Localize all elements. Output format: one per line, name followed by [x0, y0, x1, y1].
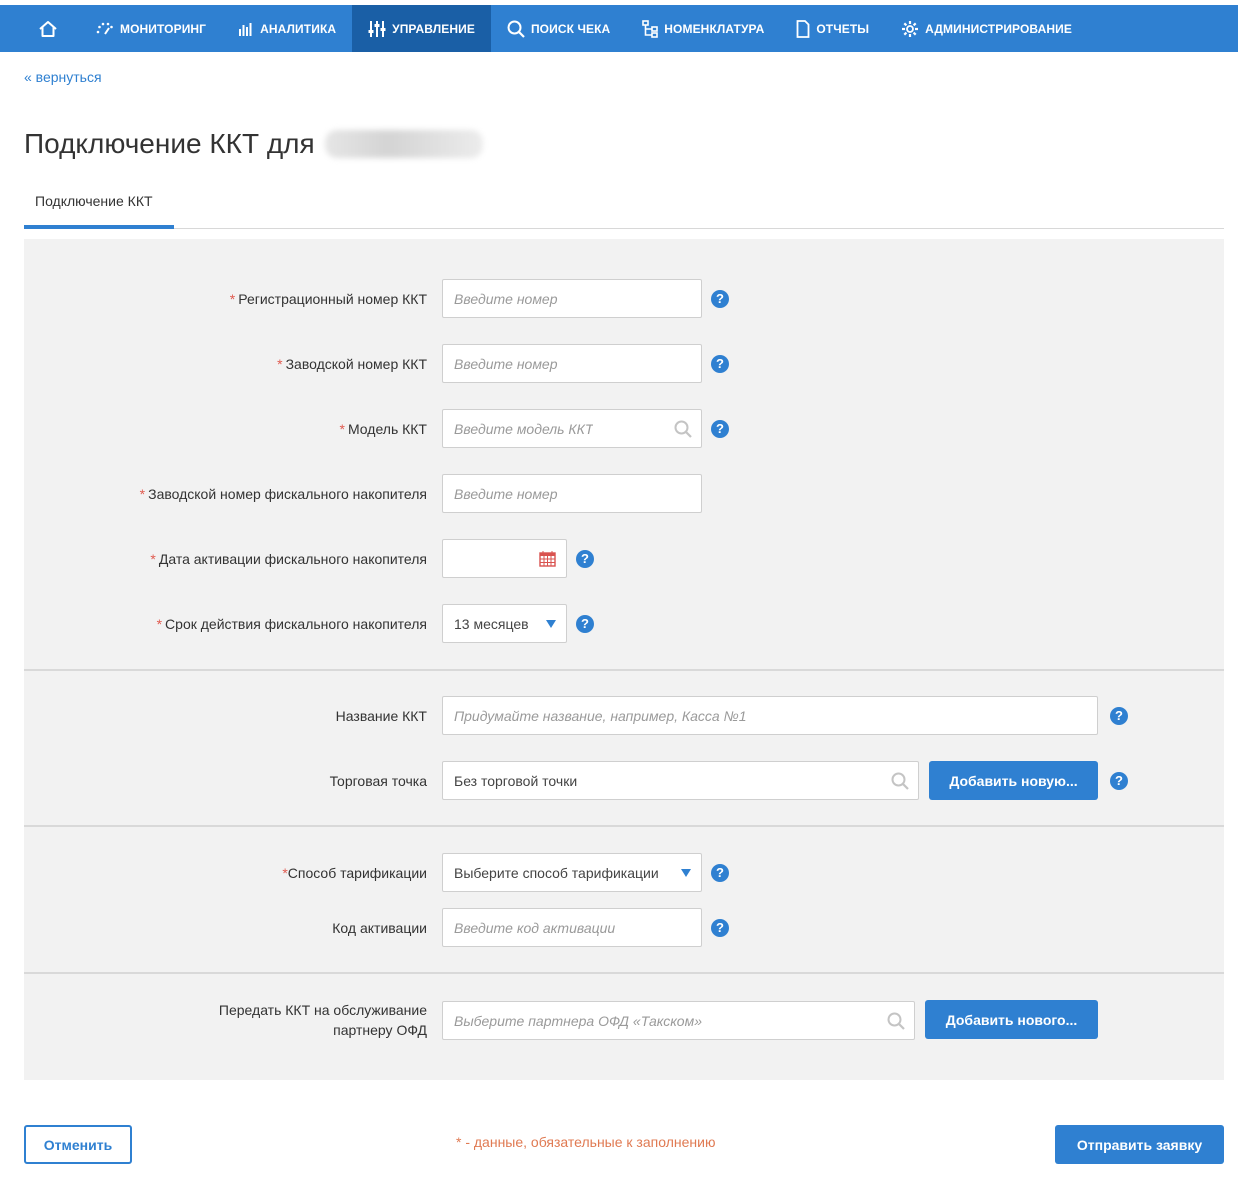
section-divider	[24, 825, 1224, 827]
gauge-icon	[96, 22, 113, 35]
tariff-help-icon[interactable]: ?	[711, 864, 729, 882]
tariff-select[interactable]: Выберите способ тарификации	[442, 853, 702, 892]
gear-icon	[902, 20, 919, 37]
activation-code-input[interactable]: Введите код активации	[442, 908, 702, 947]
search-icon	[887, 1012, 905, 1030]
serial-number-label: * Заводской номер ККТ	[277, 356, 427, 372]
search-icon	[507, 20, 525, 38]
fn-serial-input[interactable]: Введите номер	[442, 474, 702, 513]
nav-management[interactable]: УПРАВЛЕНИЕ	[352, 5, 491, 52]
reg-number-input[interactable]: Введите номер	[442, 279, 702, 318]
kkt-name-input[interactable]: Придумайте название, например, Касса №1	[442, 696, 1098, 735]
activation-code-label: Код активации	[332, 920, 427, 936]
section-divider	[24, 972, 1224, 974]
section-divider	[24, 669, 1224, 671]
fn-activation-date-input[interactable]	[442, 539, 567, 578]
serial-number-help-icon[interactable]: ?	[711, 355, 729, 373]
nav-reports[interactable]: ОТЧЕТЫ	[780, 5, 885, 52]
tab-bar: Подключение ККТ	[24, 180, 1224, 229]
submit-button[interactable]: Отправить заявку	[1055, 1125, 1224, 1164]
kkt-name-help-icon[interactable]: ?	[1110, 707, 1128, 725]
partner-search-input[interactable]: Выберите партнера ОФД «Такском»	[442, 1001, 915, 1040]
search-icon	[674, 420, 692, 438]
search-icon	[891, 772, 909, 790]
activation-code-help-icon[interactable]: ?	[711, 919, 729, 937]
nav-analytics[interactable]: АНАЛИТИКА	[222, 5, 352, 52]
model-label: * Модель ККТ	[339, 421, 427, 437]
cancel-button[interactable]: Отменить	[24, 1125, 132, 1164]
model-help-icon[interactable]: ?	[711, 420, 729, 438]
nav-administration-label: АДМИНИСТРИРОВАНИЕ	[925, 21, 1072, 36]
nav-analytics-label: АНАЛИТИКА	[260, 21, 337, 36]
outlet-help-icon[interactable]: ?	[1110, 772, 1128, 790]
home-icon	[39, 20, 57, 37]
nav-monitoring-label: МОНИТОРИНГ	[120, 21, 207, 36]
caret-down-icon	[546, 620, 556, 628]
nav-home[interactable]	[0, 5, 80, 52]
reg-number-label: * Регистрационный номер ККТ	[229, 291, 427, 307]
tariff-label: *Способ тарификации	[282, 865, 427, 881]
back-link[interactable]: « вернуться	[24, 69, 102, 85]
kkt-connection-form: * Регистрационный номер ККТ Введите номер…	[24, 239, 1224, 1080]
bar-chart-icon	[239, 22, 252, 36]
fn-term-help-icon[interactable]: ?	[576, 615, 594, 633]
fn-serial-label: * Заводской номер фискального накопителя	[139, 486, 427, 502]
hierarchy-icon	[642, 19, 659, 38]
fn-term-label: * Срок действия фискального накопителя	[156, 616, 427, 632]
nav-management-label: УПРАВЛЕНИЕ	[392, 21, 475, 36]
nav-nomenclature[interactable]: НОМЕНКЛАТУРА	[626, 5, 780, 52]
redacted-company-name	[324, 130, 483, 158]
add-partner-button[interactable]: Добавить нового...	[925, 1000, 1098, 1039]
calendar-icon[interactable]	[539, 550, 556, 567]
kkt-name-label: Название ККТ	[335, 708, 427, 724]
document-icon	[796, 19, 810, 38]
nav-monitoring[interactable]: МОНИТОРИНГ	[80, 5, 222, 52]
tab-kkt-connection[interactable]: Подключение ККТ	[24, 180, 174, 229]
page-title-text: Подключение ККТ для	[24, 128, 315, 159]
top-navbar: МОНИТОРИНГ АНАЛИТИКА УПРАВЛЕНИЕ ПОИСК ЧЕ…	[0, 5, 1238, 52]
nav-reports-label: ОТЧЕТЫ	[816, 21, 870, 36]
partner-label: Передать ККТ на обслуживание партнеру ОФ…	[218, 1002, 427, 1038]
fn-activation-date-label: * Дата активации фискального накопителя	[150, 551, 427, 567]
outlet-search-input[interactable]: Без торговой точки	[442, 761, 919, 800]
fn-term-select[interactable]: 13 месяцев	[442, 604, 567, 643]
sliders-icon	[368, 20, 386, 37]
outlet-label: Торговая точка	[329, 773, 427, 789]
required-footnote: * - данные, обязательные к заполнению	[456, 1134, 716, 1150]
nav-nomenclature-label: НОМЕНКЛАТУРА	[664, 21, 765, 36]
add-outlet-button[interactable]: Добавить новую...	[929, 761, 1098, 800]
reg-number-help-icon[interactable]: ?	[711, 290, 729, 308]
caret-down-icon	[681, 869, 691, 877]
nav-administration[interactable]: АДМИНИСТРИРОВАНИЕ	[885, 5, 1088, 52]
nav-receipt-search[interactable]: ПОИСК ЧЕКА	[491, 5, 626, 52]
model-search-input[interactable]: Введите модель ККТ	[442, 409, 702, 448]
page-title: Подключение ККТ для	[24, 128, 483, 160]
nav-receipt-search-label: ПОИСК ЧЕКА	[530, 21, 611, 36]
fn-activation-date-help-icon[interactable]: ?	[576, 550, 594, 568]
serial-number-input[interactable]: Введите номер	[442, 344, 702, 383]
